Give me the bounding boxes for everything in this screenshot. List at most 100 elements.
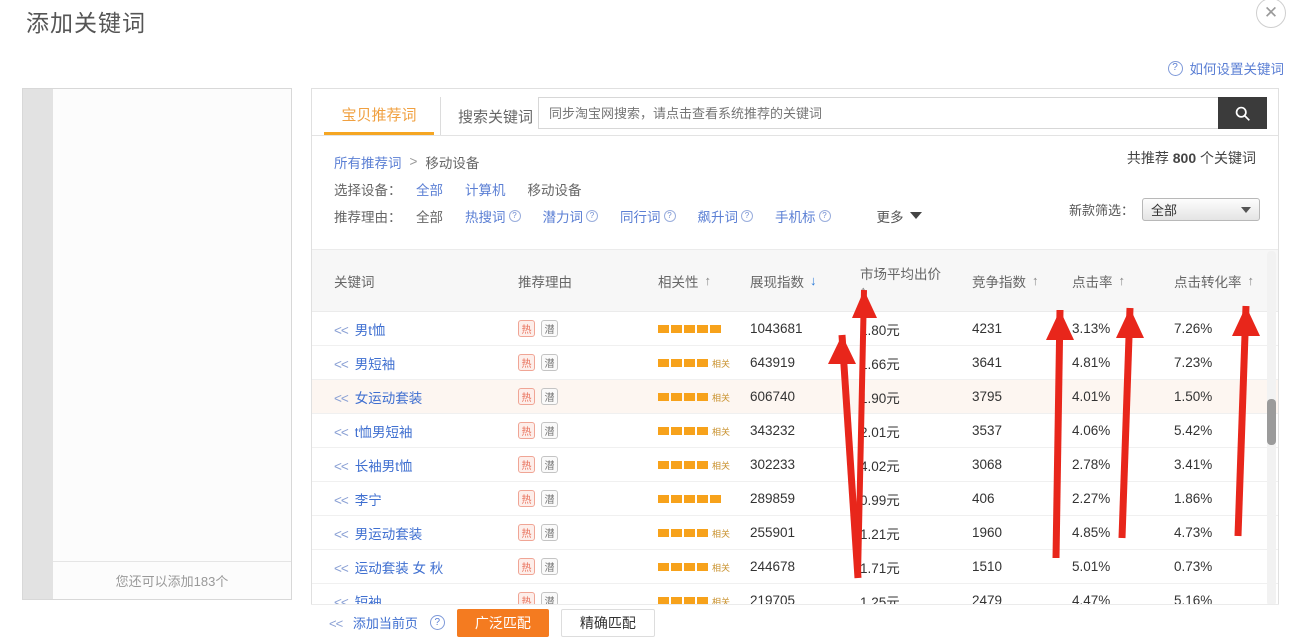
cell-keyword[interactable]: << 李宁: [312, 481, 512, 516]
tab-item-search[interactable]: 搜索关键词: [440, 97, 550, 135]
sort-asc-icon[interactable]: ↑: [1248, 273, 1255, 288]
relevance-bar: 相关: [658, 357, 730, 370]
search-input[interactable]: [538, 97, 1218, 129]
cell-ctr: 5.01%: [1066, 549, 1168, 584]
col-header-cvr[interactable]: 点击转化率 ↑: [1168, 249, 1278, 312]
table-row[interactable]: << 男短袖热潜相关 643919 1.66元 3641 4.81% 7.23%: [312, 345, 1278, 380]
cell-ctr: 4.06%: [1066, 413, 1168, 448]
double-left-arrow-icon[interactable]: <<: [334, 425, 349, 440]
sort-desc-icon[interactable]: ↓: [810, 273, 817, 288]
keyword-link[interactable]: 长袖男t恤: [355, 459, 413, 474]
col-header-avg-bid[interactable]: 市场平均出价 ↑: [854, 249, 966, 312]
cell-keyword[interactable]: << 男短袖: [312, 345, 512, 380]
cell-ctr: 4.81%: [1066, 345, 1168, 380]
cell-ctr: 3.13%: [1066, 311, 1168, 346]
cell-keyword[interactable]: << 长袖男t恤: [312, 447, 512, 482]
table-row[interactable]: << 长袖男t恤热潜相关 302233 4.02元 3068 2.78% 3.41%: [312, 447, 1278, 482]
cell-avg-bid: 0.99元: [854, 481, 966, 516]
col-header-relevance[interactable]: 相关性 ↑: [652, 249, 744, 312]
breadcrumb-root[interactable]: 所有推荐词: [334, 152, 402, 172]
keyword-count-prefix: 共推荐: [1126, 150, 1169, 166]
reason-option-potential[interactable]: 潜力词 ?: [543, 206, 598, 226]
device-option-pc[interactable]: 计算机: [465, 179, 506, 199]
keyword-link[interactable]: t恤男短袖: [355, 425, 413, 440]
new-item-filter-select[interactable]: 全部: [1142, 198, 1260, 221]
relevance-bar: 相关: [658, 561, 730, 574]
double-left-arrow-icon[interactable]: <<: [334, 391, 349, 406]
exact-match-button[interactable]: 精确匹配: [560, 608, 655, 637]
device-option-mobile[interactable]: 移动设备: [528, 179, 582, 199]
reason-badge: 热: [518, 354, 535, 371]
reason-badge: 热: [518, 490, 535, 507]
col-header-relevance-label: 相关性: [658, 274, 699, 290]
reason-badge: 潜: [541, 490, 558, 507]
sort-asc-icon[interactable]: ↑: [705, 273, 712, 288]
keyword-link[interactable]: 运动套装 女 秋: [355, 561, 444, 576]
reason-option-surging-label: 飙升词: [697, 209, 739, 225]
new-item-filter: 新款筛选： 全部: [1069, 198, 1260, 221]
add-current-page-button[interactable]: << 添加当前页: [329, 613, 418, 632]
panel-rail: [23, 89, 53, 599]
reason-option-hot[interactable]: 热搜词 ?: [465, 206, 521, 226]
table-row[interactable]: << 运动套装 女 秋热潜相关 244678 1.71元 1510 5.01% 0.73%: [312, 549, 1278, 584]
table-row[interactable]: << 李宁 热潜 289859 0.99元 406 2.27% 1.86%: [312, 481, 1278, 516]
cell-reason: 热潜: [512, 515, 652, 550]
filter-section: 所有推荐词 > 移动设备 选择设备： 全部 计算机 移动设备 推荐理由： 全部 …: [312, 136, 1278, 239]
sort-asc-icon[interactable]: ↑: [1032, 273, 1039, 288]
cell-keyword[interactable]: << 女运动套装: [312, 379, 512, 414]
table-row[interactable]: << 男t恤 热潜 1043681 1.80元 4231 3.13% 7.26%: [312, 311, 1278, 346]
cell-ctr: 4.85%: [1066, 515, 1168, 550]
cell-keyword[interactable]: << 男t恤: [312, 311, 512, 346]
more-filters-toggle[interactable]: 更多: [877, 206, 922, 226]
search-icon[interactable]: [1218, 97, 1267, 129]
keyword-link[interactable]: 女运动套装: [355, 391, 423, 406]
question-circle-icon[interactable]: ?: [429, 615, 445, 630]
reason-option-all[interactable]: 全部: [416, 206, 443, 226]
cell-competition: 3537: [966, 413, 1066, 448]
keyword-link[interactable]: 男运动套装: [355, 527, 423, 542]
scrollbar-thumb[interactable]: [1267, 399, 1276, 445]
device-option-all[interactable]: 全部: [416, 179, 443, 199]
help-link[interactable]: ? 如何设置关键词: [1167, 58, 1284, 78]
col-header-ctr[interactable]: 点击率 ↑: [1066, 249, 1168, 312]
sort-asc-icon[interactable]: ↑: [860, 283, 960, 298]
double-left-arrow-icon[interactable]: <<: [334, 561, 349, 576]
relevance-bar: [658, 325, 721, 333]
table-row[interactable]: << 女运动套装热潜相关 606740 1.90元 3795 4.01% 1.50%: [312, 379, 1278, 414]
reason-option-mobile-tag[interactable]: 手机标 ?: [775, 206, 831, 226]
cell-keyword[interactable]: << t恤男短袖: [312, 413, 512, 448]
table-row[interactable]: << t恤男短袖热潜相关 343232 2.01元 3537 4.06% 5.42%: [312, 413, 1278, 448]
broad-match-button[interactable]: 广泛匹配: [456, 608, 549, 637]
double-left-arrow-icon[interactable]: <<: [334, 459, 349, 474]
table-row[interactable]: << 男运动套装热潜相关 255901 1.21元 1960 4.85% 4.73%: [312, 515, 1278, 550]
reason-option-peer[interactable]: 同行词 ?: [620, 206, 676, 226]
cell-keyword[interactable]: << 运动套装 女 秋: [312, 549, 512, 584]
keyword-link[interactable]: 男短袖: [355, 357, 396, 372]
tab-item-recommend[interactable]: 宝贝推荐词: [324, 97, 434, 135]
cell-avg-bid: 1.66元: [854, 345, 966, 380]
cell-competition: 406: [966, 481, 1066, 516]
reason-option-surging[interactable]: 飙升词 ?: [697, 206, 753, 226]
double-left-arrow-icon[interactable]: <<: [334, 527, 349, 542]
close-icon[interactable]: ✕: [1256, 0, 1286, 28]
col-header-reason[interactable]: 推荐理由: [512, 249, 652, 312]
cell-relevance: 相关: [652, 345, 744, 380]
vertical-scrollbar[interactable]: [1267, 251, 1276, 606]
cell-keyword[interactable]: << 男运动套装: [312, 515, 512, 550]
col-header-competition[interactable]: 竞争指数 ↑: [966, 249, 1066, 312]
keyword-link[interactable]: 男t恤: [355, 323, 386, 338]
keyword-count: 共推荐 800 个关键词: [1127, 148, 1256, 168]
double-left-arrow-icon[interactable]: <<: [334, 357, 349, 372]
reason-option-peer-label: 同行词: [620, 209, 661, 225]
keyword-link[interactable]: 李宁: [355, 493, 382, 508]
sort-asc-icon[interactable]: ↑: [1119, 273, 1126, 288]
col-header-keyword[interactable]: 关键词: [312, 249, 512, 312]
cell-reason: 热潜: [512, 549, 652, 584]
col-header-impression[interactable]: 展现指数 ↓: [744, 249, 854, 312]
cell-avg-bid: 1.80元: [854, 311, 966, 346]
relevance-bar: [658, 495, 721, 503]
cell-impression: 255901: [744, 515, 854, 550]
double-left-arrow-icon[interactable]: <<: [334, 323, 349, 338]
col-header-keyword-label: 关键词: [334, 274, 375, 290]
double-left-arrow-icon[interactable]: <<: [334, 493, 349, 508]
